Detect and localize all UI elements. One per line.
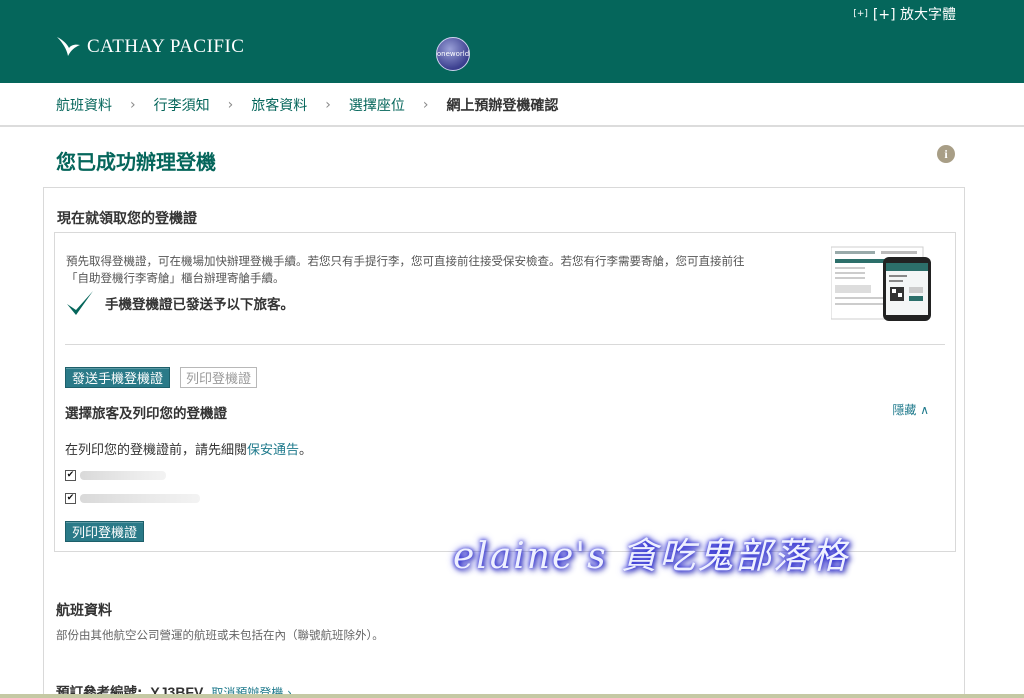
- page-bottom-bar: [0, 694, 1024, 698]
- print-boarding-pass-button[interactable]: 列印登機證: [65, 521, 145, 542]
- sent-message: 手機登機證已發送予以下旅客。: [105, 297, 294, 313]
- breadcrumb-separator: ›: [130, 97, 136, 113]
- breadcrumb-item-passenger-info[interactable]: 旅客資料: [251, 95, 307, 115]
- boarding-pass-panel: 現在就領取您的登機證 預先取得登機證，可在機場加快辦理登機手續。若您只有手提行李…: [43, 187, 965, 698]
- enlarge-prefix: [+]: [853, 9, 868, 19]
- hide-link[interactable]: 隱藏 ∧: [892, 401, 929, 418]
- page-title: 您已成功辦理登機: [56, 150, 216, 174]
- enlarge-label: [+] 放大字體: [872, 7, 956, 23]
- sent-confirmation: 手機登機證已發送予以下旅客。: [65, 289, 294, 317]
- breadcrumb-item-flight-info[interactable]: 航班資料: [56, 95, 112, 115]
- intro-text: 預先取得登機證，可在機場加快辦理登機手續。若您只有手提行李，您可直接前往接受保安…: [66, 254, 745, 285]
- select-passengers-heading: 選擇旅客及列印您的登機證: [65, 406, 227, 422]
- divider: [65, 344, 945, 345]
- print-boarding-pass-tab-button[interactable]: 列印登機證: [180, 367, 258, 388]
- enlarge-font-link[interactable]: [+] [+] 放大字體: [853, 4, 956, 24]
- flight-info-heading: 航班資料: [56, 603, 112, 619]
- passenger-row: ✔: [65, 493, 200, 504]
- passenger-checkbox[interactable]: ✔: [65, 493, 76, 504]
- brushwing-icon: [57, 37, 80, 56]
- breadcrumb-item-baggage[interactable]: 行李須知: [154, 95, 210, 115]
- boarding-pass-actions: 發送手機登機證 列印登機證: [65, 367, 258, 388]
- passenger-checkbox[interactable]: ✔: [65, 470, 76, 481]
- breadcrumb-separator: ›: [227, 97, 234, 113]
- breadcrumb-separator: ›: [422, 97, 429, 113]
- breadcrumb-separator: ›: [325, 97, 331, 113]
- boarding-pass-box: 預先取得登機證，可在機場加快辦理登機手續。若您只有手提行李，您可直接前往接受保安…: [54, 232, 956, 552]
- cathay-pacific-logo[interactable]: CATHAY PACIFIC: [55, 34, 244, 60]
- breadcrumb: 航班資料 › 行李須知 › 旅客資料 › 選擇座位 › 網上預辦登機確認: [0, 83, 1024, 127]
- blog-watermark: elaine's 貪吃鬼部落格: [453, 536, 850, 577]
- mobile-boarding-pass-illustration: [831, 246, 931, 321]
- security-note: 在列印您的登機證前，請先細閱保安通告。: [65, 439, 312, 458]
- boarding-pass-heading: 現在就領取您的登機證: [57, 211, 197, 227]
- breadcrumb-item-seat-selection[interactable]: 選擇座位: [349, 95, 405, 115]
- security-notice-link[interactable]: 保安通告: [247, 443, 299, 458]
- send-mobile-boarding-pass-button[interactable]: 發送手機登機證: [65, 367, 171, 388]
- passenger-name-redacted: [80, 471, 166, 480]
- checkmark-icon: [67, 291, 93, 315]
- brand-name: CATHAY PACIFIC: [87, 36, 245, 57]
- flight-info-note: 部份由其他航空公司營運的航班或未包括在內（聯號航班除外）。: [56, 628, 384, 642]
- site-header: CATHAY PACIFIC oneworld [+] [+] 放大字體: [0, 0, 1024, 83]
- security-note-suffix: 。: [299, 443, 313, 458]
- breadcrumb-item-checkin-confirmation: 網上預辦登機確認: [446, 98, 559, 114]
- oneworld-badge: oneworld: [436, 37, 470, 71]
- info-icon[interactable]: i: [937, 145, 955, 163]
- passenger-row: ✔: [65, 470, 166, 481]
- security-note-prefix: 在列印您的登機證前，請先細閱: [65, 443, 248, 458]
- passenger-name-redacted: [80, 494, 200, 503]
